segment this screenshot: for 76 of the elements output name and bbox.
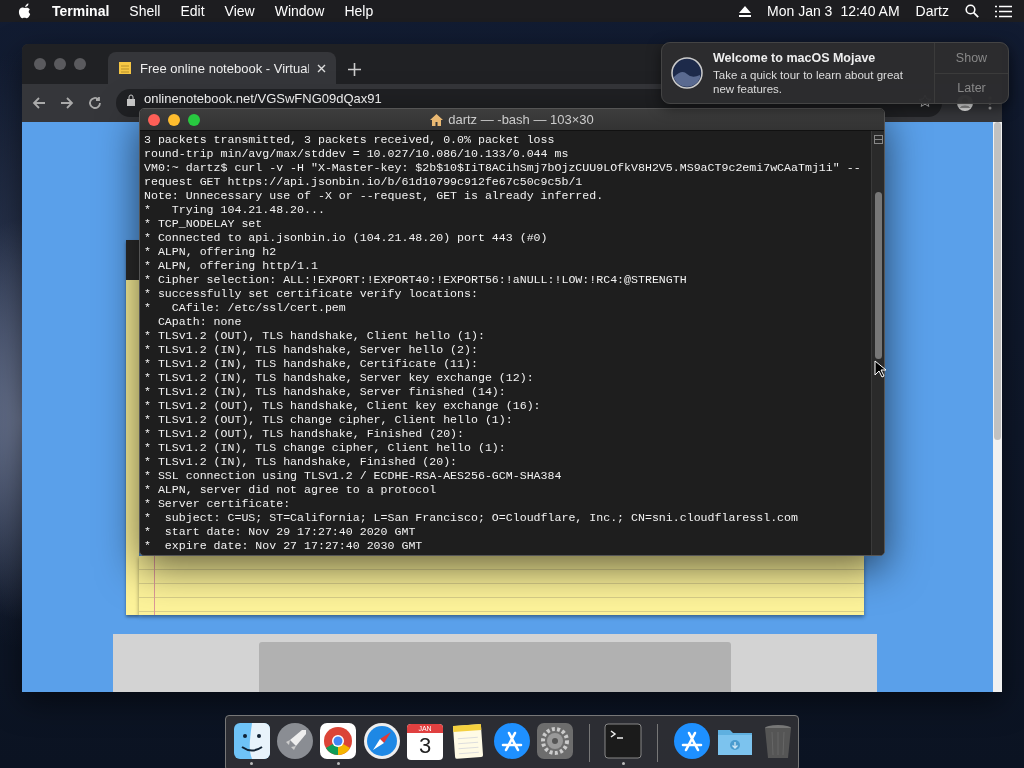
scrollbar[interactable] bbox=[993, 122, 1002, 692]
terminal-line: * TLSv1.2 (IN), TLS handshake, Server key exchange (12): bbox=[144, 371, 534, 385]
compass-icon[interactable] bbox=[362, 722, 401, 760]
user-name[interactable]: Dartz bbox=[915, 3, 949, 19]
terminal-line: * subject: C=US; ST=California; L=San Francisco; O=Cloudflare, Inc.; CN=sni.cloudflaressl.com bbox=[144, 511, 798, 525]
terminal-line: * Cipher selection: ALL:!EXPORT:!EXPORT40:!EXPORT56:!aNULL:!LOW:!RC4:@STRENGTH bbox=[144, 273, 687, 287]
terminal-line: round-trip min/avg/max/stddev = 10.027/10.086/10.133/0.044 ms bbox=[144, 147, 569, 161]
lock-icon bbox=[126, 94, 136, 106]
notification-action[interactable]: Later bbox=[935, 72, 1008, 103]
app-menu[interactable]: Terminal bbox=[52, 3, 110, 19]
terminal-line: * TLSv1.2 (IN), TLS handshake, Server hello (2): bbox=[144, 343, 478, 357]
notepad-icon bbox=[118, 61, 132, 75]
terminal-line: 3 packets transmitted, 3 packets received, 0.0% packet loss bbox=[144, 133, 555, 147]
terminal-line: request GET https://api.jsonbin.io/b/61d10799c912fe67c50c9c5b/1 bbox=[144, 175, 583, 189]
terminal-line: * TCP_NODELAY set bbox=[144, 217, 263, 231]
terminal-line: * TLSv1.2 (IN), TLS handshake, Certificate (11): bbox=[144, 357, 478, 371]
close-icon[interactable] bbox=[148, 113, 160, 126]
calendar-day: 3 bbox=[418, 733, 432, 758]
app-store-icon[interactable] bbox=[672, 722, 711, 760]
menu-item[interactable]: Edit bbox=[180, 3, 205, 19]
menu-date[interactable]: Mon Jan 3 bbox=[767, 3, 833, 19]
menu-item[interactable]: Window bbox=[274, 3, 325, 19]
menu-clock[interactable]: 12:40 AM bbox=[840, 3, 900, 19]
terminal-line: * TLSv1.2 (IN), TLS handshake, Server finished (14): bbox=[144, 385, 506, 399]
notification[interactable]: Welcome to macOS Mojave Take a quick tour to learn about great new features. Show Later bbox=[661, 42, 1009, 104]
scroll-thumb[interactable] bbox=[994, 122, 1001, 440]
split-pane-icon[interactable] bbox=[873, 135, 883, 144]
terminal-line: Note: Unnecessary use of -X or --request, GET is already inferred. bbox=[144, 189, 604, 203]
reload-icon[interactable] bbox=[88, 96, 102, 110]
terminal-line: * Server certificate: bbox=[144, 497, 291, 511]
terminal-icon[interactable] bbox=[604, 722, 643, 760]
eject-icon[interactable] bbox=[739, 5, 751, 17]
mojave-icon bbox=[671, 57, 703, 89]
rocket-icon[interactable] bbox=[276, 722, 314, 760]
apple-icon[interactable] bbox=[18, 3, 32, 19]
list-icon[interactable] bbox=[995, 4, 1012, 18]
terminal-line: * Trying 104.21.48.20... bbox=[144, 203, 325, 217]
finder-icon[interactable] bbox=[232, 722, 271, 760]
terminal-line: * TLSv1.2 (IN), TLS handshake, Finished (20): bbox=[144, 455, 458, 469]
notepad-page[interactable] bbox=[139, 556, 864, 615]
zoom-icon[interactable] bbox=[188, 113, 200, 126]
house-icon bbox=[430, 113, 444, 126]
close-icon[interactable] bbox=[317, 63, 326, 73]
terminal-line: * TLSv1.2 (OUT), TLS handshake, Client hello (1): bbox=[144, 329, 485, 343]
terminal-line: * successfully set certificate verify locations: bbox=[144, 287, 478, 301]
cursor-icon bbox=[874, 360, 886, 378]
terminal-line: * TLSv1.2 (IN), TLS change cipher, Client hello (1): bbox=[144, 441, 506, 455]
browser-tab[interactable]: Free online notebook - Virtual bbox=[108, 52, 336, 84]
notification-action[interactable]: Show bbox=[935, 43, 1008, 73]
menu-item[interactable]: View bbox=[224, 3, 255, 19]
terminal-line: * TLSv1.2 (OUT), TLS change cipher, Client hello (1): bbox=[144, 413, 513, 427]
terminal-line: * TLSv1.2 (OUT), TLS handshake, Client key exchange (16): bbox=[144, 399, 541, 413]
terminal-line: * TLSv1.2 (OUT), TLS handshake, Finished (20): bbox=[144, 427, 465, 441]
notification-title: Welcome to macOS Mojave bbox=[713, 50, 877, 65]
terminal-line: * SSL connection using TLSv1.2 / ECDHE-RSA-AES256-GCM-SHA384 bbox=[144, 469, 562, 483]
search-icon[interactable] bbox=[965, 4, 979, 18]
gear-icon[interactable] bbox=[536, 722, 575, 760]
menu-item[interactable]: Shell bbox=[129, 3, 161, 19]
terminal-line: * expire date: Nov 27 17:27:40 2030 GMT bbox=[144, 539, 423, 553]
new-tab-icon[interactable] bbox=[348, 63, 361, 76]
scrollbar[interactable] bbox=[871, 131, 884, 555]
terminal-line: * ALPN, offering h2 bbox=[144, 245, 277, 259]
minimize-icon[interactable] bbox=[168, 113, 180, 126]
terminal-line: * CAfile: /etc/ssl/cert.pem bbox=[144, 301, 346, 315]
browser-icon[interactable] bbox=[319, 722, 358, 760]
terminal-line: * ALPN, offering http/1.1 bbox=[144, 259, 318, 273]
forward-icon[interactable] bbox=[60, 96, 74, 110]
terminal-line: * ALPN, server did not agree to a protocol bbox=[144, 483, 437, 497]
terminal-line: VM0:~ dartz$ curl -v -H "X-Master-key: $2b$10$IiT8ACihSmj7bOjzCUU9LOfkV8H2V5.MS9aCT9c2emi7wCAaTmj1i" -- bbox=[144, 161, 861, 175]
terminal-line: CApath: none bbox=[156, 315, 242, 329]
app-store-icon[interactable] bbox=[492, 722, 531, 760]
terminal-line: * Connected to api.jsonbin.io (104.21.48.20) port 443 (#0) bbox=[144, 231, 548, 245]
menu-item[interactable]: Help bbox=[344, 3, 374, 19]
scroll-thumb[interactable] bbox=[874, 192, 882, 359]
terminal-line: * start date: Nov 29 17:27:40 2020 GMT bbox=[144, 525, 416, 539]
back-icon[interactable] bbox=[32, 96, 46, 110]
